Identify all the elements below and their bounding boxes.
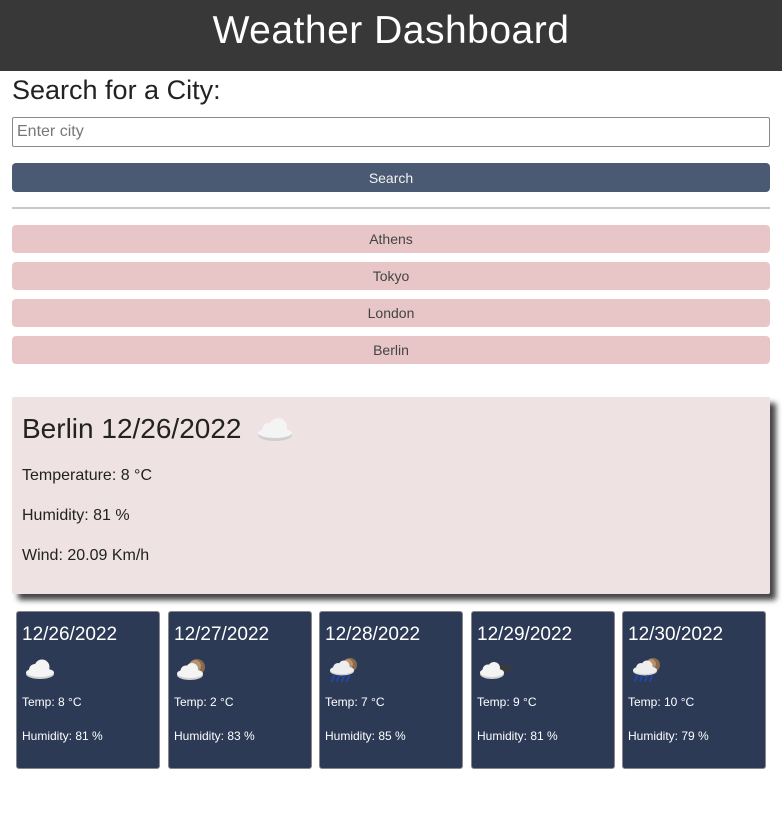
forecast-date: 12/28/2022 <box>325 624 421 645</box>
forecast-temp: Temp: 9 °C <box>477 695 537 709</box>
forecast-temp: Temp: 10 °C <box>628 695 695 709</box>
forecast-temp: Temp: 2 °C <box>174 695 234 709</box>
app-header: Weather Dashboard <box>0 0 782 71</box>
current-wind: Wind: 20.09 Km/h <box>22 547 150 564</box>
forecast-card: 12/27/2022 Temp: 2 °C Humidity: 83 % <box>168 611 312 769</box>
current-humidity: Humidity: 81 % <box>22 507 130 524</box>
search-heading: Search for a City: <box>12 75 221 105</box>
history-button-berlin[interactable]: Berlin <box>12 336 770 364</box>
history-button-london[interactable]: London <box>12 299 770 327</box>
forecast-date: 12/29/2022 <box>477 624 573 645</box>
current-city-date: Berlin 12/26/2022 <box>22 413 242 444</box>
forecast-temp: Temp: 7 °C <box>325 695 385 709</box>
forecast-humidity: Humidity: 79 % <box>628 729 709 743</box>
cloud-night-icon <box>480 662 511 679</box>
forecast-temp: Temp: 8 °C <box>22 695 82 709</box>
forecast-card: 12/26/2022 Temp: 8 °C Humidity: 81 % <box>16 611 160 769</box>
forecast-date: 12/26/2022 <box>22 624 118 645</box>
current-temperature: Temperature: 8 °C <box>22 467 153 484</box>
forecast-humidity: Humidity: 85 % <box>325 729 406 743</box>
forecast-humidity: Humidity: 81 % <box>22 729 103 743</box>
cloud-icon <box>258 418 292 441</box>
history-button-tokyo[interactable]: Tokyo <box>12 262 770 290</box>
forecast-date: 12/30/2022 <box>628 624 724 645</box>
rain-icon <box>330 658 357 682</box>
forecast-date: 12/27/2022 <box>174 624 270 645</box>
search-button[interactable]: Search <box>12 163 770 192</box>
page-title: Weather Dashboard <box>212 9 570 52</box>
forecast-humidity: Humidity: 81 % <box>477 729 558 743</box>
forecast-card: 12/30/2022 Temp: 10 °C Humidity: 79 % <box>622 611 766 769</box>
cloud-icon <box>26 659 54 679</box>
forecast-card: 12/29/2022 Temp: 9 °C Humidity: 81 % <box>471 611 615 769</box>
forecast-humidity: Humidity: 83 % <box>174 729 255 743</box>
current-weather-card: Berlin 12/26/2022 Temperature: 8 °C Humi… <box>12 397 770 594</box>
forecast-card: 12/28/2022 Temp: 7 °C Humidity: 85 % <box>319 611 463 769</box>
history-button-athens[interactable]: Athens <box>12 225 770 253</box>
city-search-input[interactable] <box>12 117 770 147</box>
partly-cloudy-icon <box>177 659 205 680</box>
rain-icon <box>633 658 660 682</box>
divider <box>12 207 770 209</box>
